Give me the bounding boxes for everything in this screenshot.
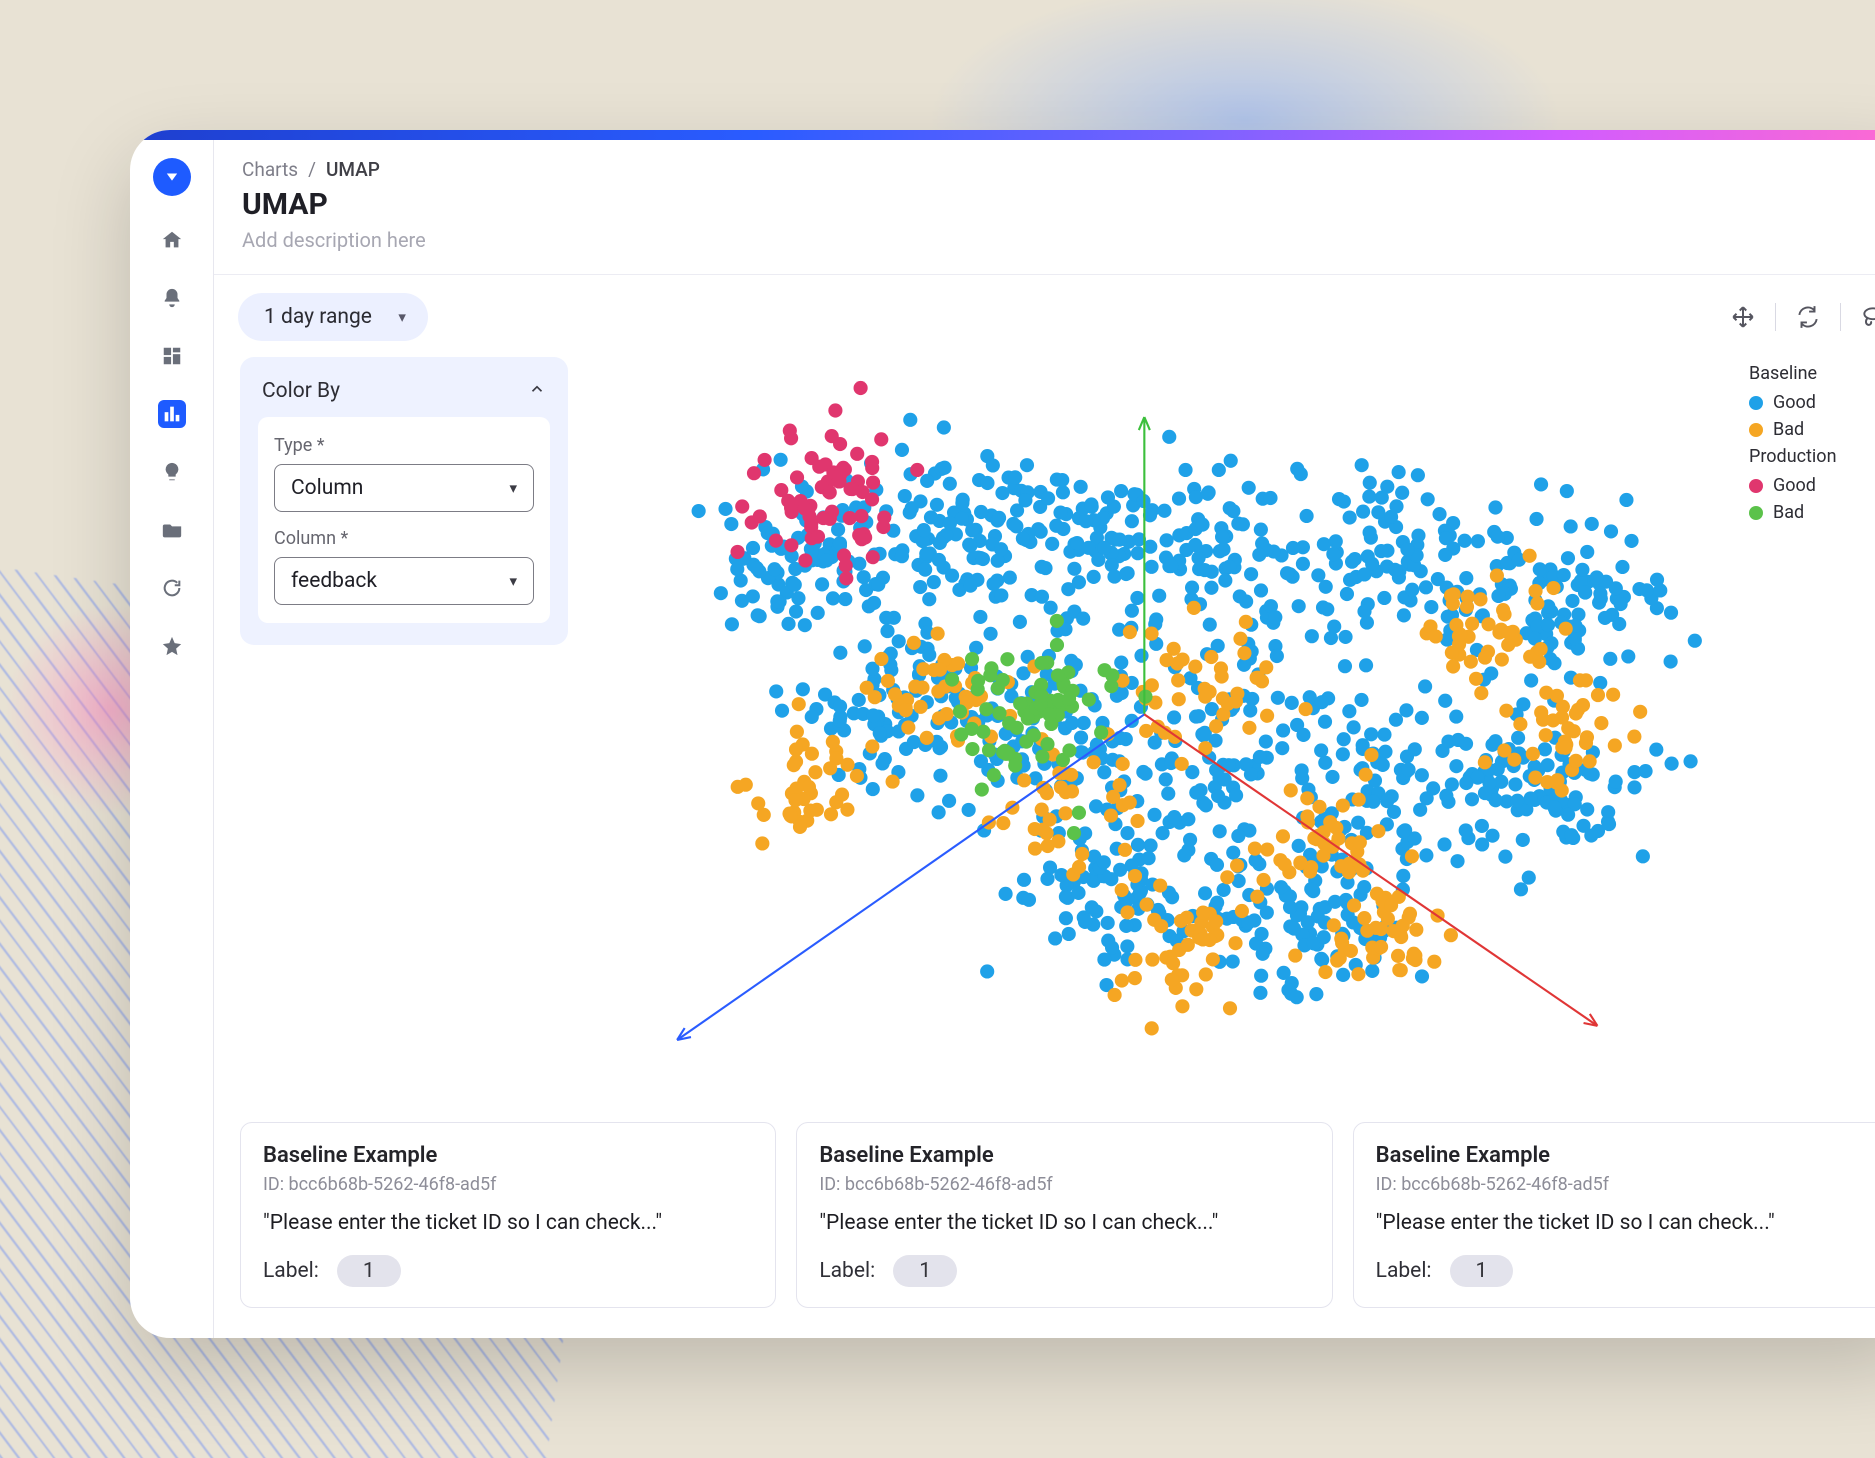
card-title: Baseline Example bbox=[1376, 1143, 1866, 1168]
card-quote: "Please enter the ticket ID so I can che… bbox=[1376, 1211, 1866, 1235]
color-by-title: Color By bbox=[262, 379, 340, 403]
page-header: Charts / UMAP UMAP Add description here bbox=[214, 140, 1875, 275]
legend: Baseline Good Bad Production Good Bad bbox=[1749, 351, 1875, 1106]
column-select-value: feedback bbox=[291, 569, 377, 593]
toolbar-divider bbox=[1840, 303, 1841, 331]
legend-item[interactable]: Bad bbox=[1749, 419, 1875, 440]
card-title: Baseline Example bbox=[819, 1143, 1309, 1168]
card-label-pill: 1 bbox=[893, 1255, 957, 1287]
breadcrumb-parent[interactable]: Charts bbox=[242, 158, 298, 181]
toolbar: 1 day range bbox=[214, 275, 1875, 341]
legend-item[interactable]: Good bbox=[1749, 475, 1875, 496]
card-quote: "Please enter the ticket ID so I can che… bbox=[819, 1211, 1309, 1235]
card-label-pill: 1 bbox=[337, 1255, 401, 1287]
legend-color-dot bbox=[1749, 506, 1763, 520]
type-select-value: Column bbox=[291, 476, 363, 500]
legend-item-label: Bad bbox=[1773, 419, 1804, 440]
toolbar-divider bbox=[1775, 303, 1776, 331]
app-window: Charts / UMAP UMAP Add description here … bbox=[130, 130, 1875, 1338]
nav-lightbulb-icon[interactable] bbox=[158, 458, 186, 486]
card-label-key: Label: bbox=[263, 1259, 319, 1283]
legend-group-heading: Production bbox=[1749, 446, 1875, 467]
card-label-pill: 1 bbox=[1450, 1255, 1514, 1287]
type-select[interactable]: Column bbox=[274, 464, 534, 512]
pan-tool-icon[interactable] bbox=[1725, 299, 1761, 335]
nav-refresh-icon[interactable] bbox=[158, 574, 186, 602]
card-id: ID: bcc6b68b-5262-46f8-ad5f bbox=[1376, 1174, 1866, 1195]
card-title: Baseline Example bbox=[263, 1143, 753, 1168]
nav-home-icon[interactable] bbox=[158, 226, 186, 254]
lasso-tool-icon[interactable] bbox=[1855, 299, 1875, 335]
time-range-dropdown[interactable]: 1 day range bbox=[238, 293, 428, 341]
page-title: UMAP bbox=[242, 187, 1875, 222]
legend-item-label: Bad bbox=[1773, 502, 1804, 523]
breadcrumb: Charts / UMAP bbox=[242, 158, 1875, 181]
color-by-panel: Color By Type * Column Column * bbox=[240, 357, 568, 645]
example-card[interactable]: Baseline Example ID: bcc6b68b-5262-46f8-a… bbox=[1353, 1122, 1875, 1308]
example-card[interactable]: Baseline Example ID: bcc6b68b-5262-46f8-a… bbox=[240, 1122, 776, 1308]
nav-dashboard-icon[interactable] bbox=[158, 342, 186, 370]
breadcrumb-current[interactable]: UMAP bbox=[326, 158, 380, 181]
app-logo-icon bbox=[153, 158, 191, 196]
card-id: ID: bcc6b68b-5262-46f8-ad5f bbox=[819, 1174, 1309, 1195]
card-label-key: Label: bbox=[1376, 1259, 1432, 1283]
content-area: Color By Type * Column Column * bbox=[214, 341, 1875, 1338]
breadcrumb-separator: / bbox=[308, 158, 316, 181]
main-panel: Charts / UMAP UMAP Add description here … bbox=[214, 140, 1875, 1338]
type-field-label: Type * bbox=[274, 435, 534, 456]
legend-group-heading: Baseline bbox=[1749, 363, 1875, 384]
chevron-up-icon[interactable] bbox=[528, 380, 546, 402]
umap-scatter-plot[interactable] bbox=[578, 351, 1739, 1106]
sidebar bbox=[130, 140, 214, 1338]
legend-item-label: Good bbox=[1773, 392, 1816, 413]
page-description[interactable]: Add description here bbox=[242, 228, 1875, 252]
legend-color-dot bbox=[1749, 396, 1763, 410]
card-quote: "Please enter the ticket ID so I can che… bbox=[263, 1211, 753, 1235]
column-field-label: Column * bbox=[274, 528, 534, 549]
legend-color-dot bbox=[1749, 479, 1763, 493]
legend-item[interactable]: Good bbox=[1749, 392, 1875, 413]
nav-star-icon[interactable] bbox=[158, 632, 186, 660]
nav-folder-icon[interactable] bbox=[158, 516, 186, 544]
example-card[interactable]: Baseline Example ID: bcc6b68b-5262-46f8-a… bbox=[796, 1122, 1332, 1308]
legend-item[interactable]: Bad bbox=[1749, 502, 1875, 523]
time-range-label: 1 day range bbox=[264, 305, 372, 329]
example-cards-row: Baseline Example ID: bcc6b68b-5262-46f8-a… bbox=[240, 1122, 1875, 1308]
nav-bell-icon[interactable] bbox=[158, 284, 186, 312]
column-select[interactable]: feedback bbox=[274, 557, 534, 605]
nav-charts-icon[interactable] bbox=[158, 400, 186, 428]
card-label-key: Label: bbox=[819, 1259, 875, 1283]
legend-color-dot bbox=[1749, 423, 1763, 437]
window-gradient-bar bbox=[130, 130, 1875, 140]
legend-item-label: Good bbox=[1773, 475, 1816, 496]
card-id: ID: bcc6b68b-5262-46f8-ad5f bbox=[263, 1174, 753, 1195]
rotate-tool-icon[interactable] bbox=[1790, 299, 1826, 335]
